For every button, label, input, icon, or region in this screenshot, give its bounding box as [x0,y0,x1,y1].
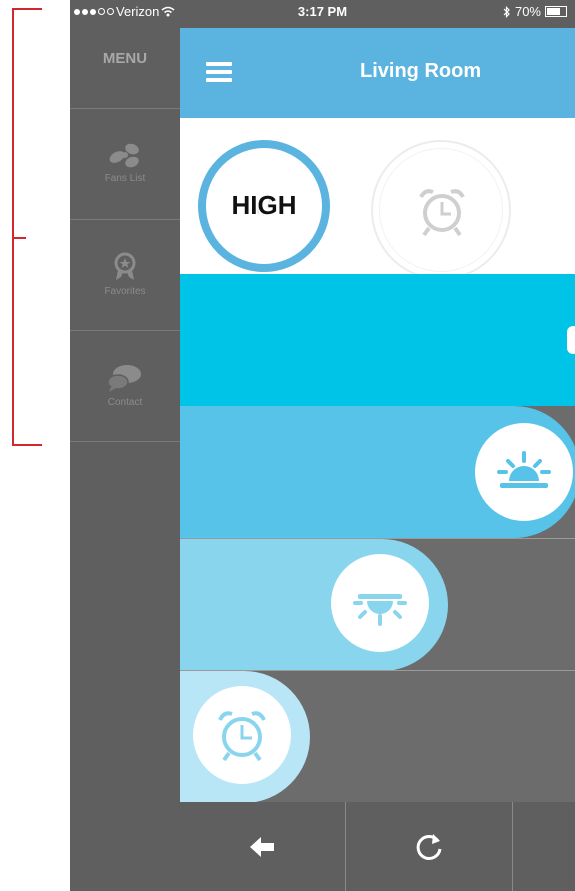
fan-speed-label: HIGH [231,190,297,220]
refresh-button[interactable] [346,802,511,891]
chat-icon [107,365,141,392]
sidebar-item-favorites[interactable]: Favorites [70,219,180,330]
side-menu: MENU Fans List Favorites Contact [70,28,180,891]
status-bar: Verizon 3:17 PM 70% [70,0,575,28]
uplight-slider-knob[interactable] [475,423,573,521]
battery-percent: 70% [514,4,541,19]
uplight-slider-fill [180,406,575,538]
sidebar-divider [70,441,180,442]
menu-title: MENU [102,50,148,67]
sidebar-item-contact[interactable]: Contact [70,330,180,441]
sidebar-item-label: Favorites [104,286,146,297]
timer-slider-fill [180,671,310,803]
annotation-bracket-tick [14,237,26,239]
refresh-icon [416,833,441,860]
status-time: 3:17 PM [297,4,348,19]
timer-indicator[interactable] [371,140,511,280]
annotation-bracket [12,8,42,446]
downlight-slider-fill [180,539,448,671]
fan-speed-indicator[interactable]: HIGH [198,140,330,272]
sidebar-item-label: Fans List [104,173,146,184]
uplight-slider[interactable] [180,406,575,538]
fan-icon [109,143,139,168]
alarm-clock-icon [218,711,266,762]
sidebar-item-label: Contact [107,397,143,408]
status-right: 70% [503,4,567,19]
toolbar-divider [512,802,513,891]
fan-status-card: HIGH [180,118,575,280]
sunrise-icon [497,451,551,488]
sidebar-item-fans-list[interactable]: Fans List [70,108,180,219]
alarm-clock-icon [419,189,465,237]
hamburger-icon[interactable] [206,62,232,82]
timer-slider[interactable] [180,670,575,803]
page-title: Living Room [360,60,482,82]
arrow-left-icon [249,836,274,857]
downlight-slider[interactable] [180,538,575,671]
speed-slider-handle[interactable] [567,326,575,354]
downlight-icon [353,594,407,626]
back-button[interactable] [180,802,345,891]
downlight-slider-knob[interactable] [331,554,429,652]
bottom-toolbar [180,802,575,891]
battery-icon [545,6,567,17]
bluetooth-icon [503,5,510,18]
timer-slider-knob[interactable] [193,686,291,784]
phone-screen: Verizon 3:17 PM 70% MENU Fans List Favor… [70,0,575,891]
header-bar: Living Room [180,28,575,118]
speed-slider[interactable] [180,274,575,406]
ribbon-icon [114,252,136,280]
